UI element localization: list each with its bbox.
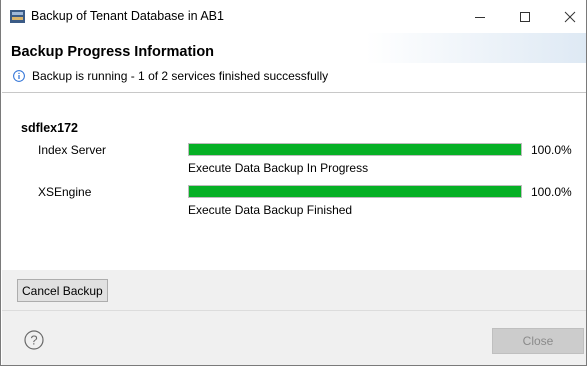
minimize-button[interactable] (467, 4, 493, 30)
service-name: Index Server (38, 143, 107, 157)
title-bar[interactable]: Backup of Tenant Database in AB1 (1, 0, 586, 33)
dialog-footer: ? Close (2, 310, 586, 365)
action-area: Cancel Backup (2, 270, 586, 310)
close-window-button[interactable] (557, 4, 583, 30)
progress-panel: sdflex172 Index Server 100.0% Execute Da… (2, 93, 586, 270)
svg-text:?: ? (30, 333, 37, 348)
close-icon (564, 11, 576, 23)
dialog-heading: Backup Progress Information (11, 44, 215, 60)
service-status: Execute Data Backup In Progress (188, 161, 369, 175)
progress-percent: 100.0% (531, 143, 572, 157)
close-button[interactable]: Close (492, 328, 584, 354)
backup-dialog: Backup of Tenant Database in AB1 Backup … (0, 0, 587, 366)
database-icon (10, 10, 25, 23)
progress-bar (188, 185, 522, 198)
help-icon[interactable]: ? (24, 330, 44, 350)
info-icon (13, 70, 25, 82)
host-name: sdflex172 (21, 121, 78, 135)
progress-bar (188, 143, 522, 156)
cancel-backup-button[interactable]: Cancel Backup (17, 279, 108, 302)
window-title: Backup of Tenant Database in AB1 (31, 9, 224, 23)
progress-bar-fill (189, 144, 521, 155)
service-status: Execute Data Backup Finished (188, 203, 353, 217)
maximize-button[interactable] (512, 4, 538, 30)
progress-percent: 100.0% (531, 185, 572, 199)
status-message: Backup is running - 1 of 2 services fini… (32, 69, 329, 83)
service-name: XSEngine (38, 185, 92, 199)
progress-bar-fill (189, 186, 521, 197)
minimize-icon (475, 17, 485, 18)
maximize-icon (520, 12, 530, 22)
dialog-header: Backup Progress Information Backup is ru… (2, 33, 586, 91)
header-banner-gradient (366, 33, 586, 63)
